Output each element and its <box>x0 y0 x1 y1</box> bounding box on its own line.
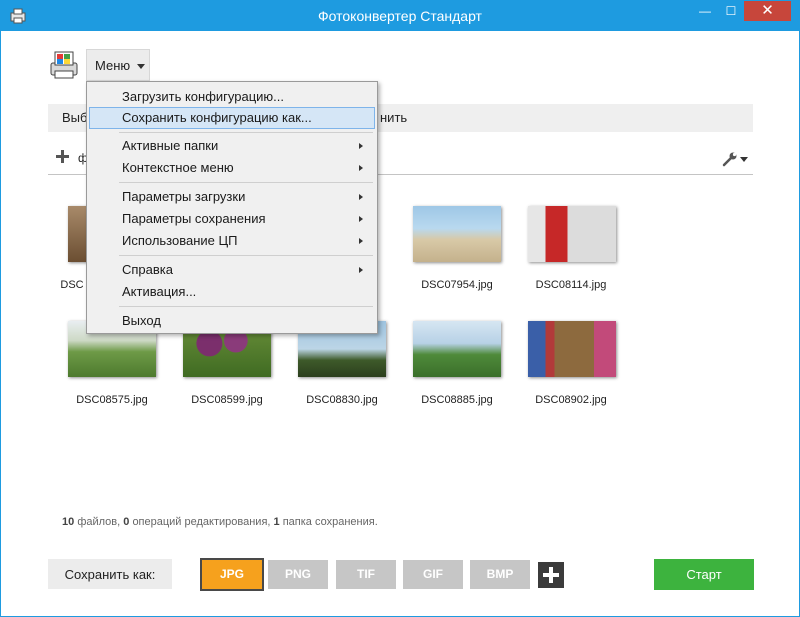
chevron-down-icon <box>137 64 145 69</box>
add-format-button[interactable] <box>538 562 564 588</box>
menu-item-label: Активные папки <box>122 138 219 153</box>
file-name: DSC08830.jpg <box>306 394 378 406</box>
chevron-right-icon <box>359 194 363 200</box>
menu-item-activation[interactable]: Активация... <box>89 281 375 303</box>
file-name: DSC08114.jpg <box>535 279 607 291</box>
menu-separator <box>119 255 373 256</box>
close-button[interactable]: ✕ <box>744 1 791 21</box>
format-bmp-button[interactable]: BMP <box>470 560 530 589</box>
status-bar: 10 файлов, 0 операций редактирования, 1 … <box>62 516 378 528</box>
plus-icon <box>543 567 559 583</box>
folders-word: папка сохранения. <box>282 516 378 528</box>
printer-logo-icon <box>50 51 78 79</box>
save-as-label-box: Сохранить как: <box>48 559 172 589</box>
wrench-icon[interactable] <box>722 151 738 167</box>
ops-count: 0 <box>123 516 130 528</box>
file-name: DSC08575.jpg <box>76 394 148 406</box>
menu-button-label: Меню <box>95 58 131 73</box>
main-menu-dropdown: Загрузить конфигурацию... Сохранить конф… <box>86 81 378 334</box>
title-bar[interactable]: Фотоконвертер Стандарт — ☐ ✕ <box>1 1 799 31</box>
thumbnail[interactable] <box>413 206 501 262</box>
menu-item-label: Активация... <box>122 284 197 299</box>
menu-item-label: Сохранить конфигурацию как... <box>122 110 312 125</box>
chevron-down-icon[interactable] <box>740 157 748 162</box>
save-as-label: Сохранить как: <box>64 567 156 582</box>
chevron-right-icon <box>359 238 363 244</box>
maximize-button[interactable]: ☐ <box>718 1 744 21</box>
folders-count: 1 <box>273 516 280 528</box>
menu-item-cpu-usage[interactable]: Использование ЦП <box>89 230 375 252</box>
menu-separator <box>119 306 373 307</box>
menu-separator <box>119 132 373 133</box>
window-title: Фотоконвертер Стандарт <box>318 8 482 24</box>
thumbnail[interactable] <box>413 321 501 377</box>
format-jpg-button[interactable]: JPG <box>200 558 264 591</box>
minimize-button[interactable]: — <box>692 1 718 21</box>
file-name: DSC08902.jpg <box>535 394 607 406</box>
ops-word: операций редактирования, <box>132 516 271 528</box>
thumbnail[interactable] <box>528 321 616 377</box>
menu-item-save-config-as[interactable]: Сохранить конфигурацию как... <box>89 107 375 129</box>
files-count: 10 <box>62 516 75 528</box>
menu-item-label: Справка <box>122 262 173 277</box>
menu-item-label: Контекстное меню <box>122 160 234 175</box>
menu-button[interactable]: Меню <box>86 49 150 81</box>
thumbnail[interactable] <box>528 206 616 262</box>
file-name: DSC08885.jpg <box>421 394 493 406</box>
chevron-right-icon <box>359 216 363 222</box>
menu-item-label: Выход <box>122 313 161 328</box>
toolbar-button-partial[interactable]: нить <box>380 110 407 125</box>
files-word: файлов, <box>77 516 121 528</box>
format-tif-button[interactable]: TIF <box>336 560 396 589</box>
plus-icon[interactable] <box>56 150 69 163</box>
menu-item-context-menu[interactable]: Контекстное меню <box>89 157 375 179</box>
menu-item-save-params[interactable]: Параметры сохранения <box>89 208 375 230</box>
file-name: DSC07954.jpg <box>421 279 493 291</box>
menu-item-help[interactable]: Справка <box>89 259 375 281</box>
chevron-right-icon <box>359 165 363 171</box>
chevron-right-icon <box>359 267 363 273</box>
menu-item-load-params[interactable]: Параметры загрузки <box>89 186 375 208</box>
menu-item-label: Параметры сохранения <box>122 211 266 226</box>
format-gif-button[interactable]: GIF <box>403 560 463 589</box>
start-button[interactable]: Старт <box>654 559 754 590</box>
menu-item-active-folders[interactable]: Активные папки <box>89 135 375 157</box>
menu-item-label: Загрузить конфигурацию... <box>122 89 285 104</box>
chevron-right-icon <box>359 143 363 149</box>
menu-item-label: Использование ЦП <box>122 233 238 248</box>
menu-item-load-config[interactable]: Загрузить конфигурацию... <box>89 86 375 108</box>
file-name: DSC08599.jpg <box>191 394 263 406</box>
format-png-button[interactable]: PNG <box>268 560 328 589</box>
menu-separator <box>119 182 373 183</box>
menu-item-label: Параметры загрузки <box>122 189 246 204</box>
select-files-button-partial[interactable]: Выб <box>62 110 87 125</box>
menu-item-exit[interactable]: Выход <box>89 310 375 332</box>
